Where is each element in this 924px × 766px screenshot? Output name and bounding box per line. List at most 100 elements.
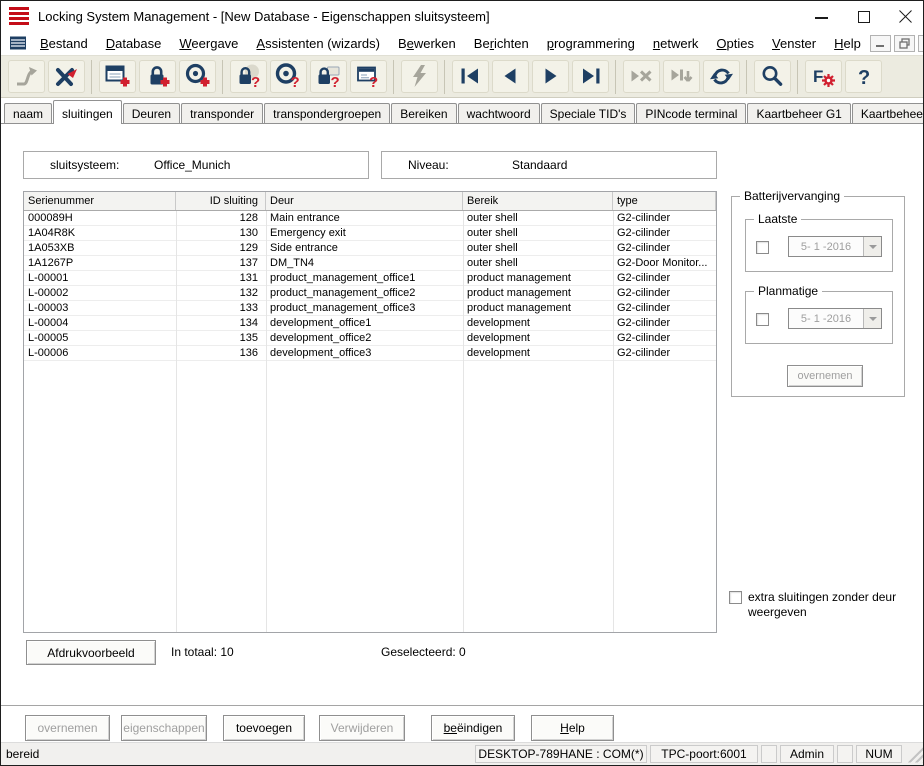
- nav-prev-button[interactable]: [492, 60, 529, 93]
- tab-naam[interactable]: naam: [4, 103, 52, 123]
- read-window-button[interactable]: ?: [350, 60, 387, 93]
- tab-wachtwoord[interactable]: wachtwoord: [458, 103, 540, 123]
- tab-kaartbeheer-g1[interactable]: Kaartbeheer G1: [747, 103, 850, 123]
- battery-last-date-combo[interactable]: 5- 1 -2016: [788, 236, 882, 257]
- tab-pincode-terminal[interactable]: PINcode terminal: [636, 103, 746, 123]
- status-panel-spacer-2: [837, 745, 853, 763]
- svg-text:?: ?: [290, 74, 299, 90]
- menu-assistenten-wizards[interactable]: Assistenten (wizards): [247, 36, 389, 51]
- battery-replacement-group: Batterijvervanging Laatste 5- 1 -2016 Pl…: [731, 196, 905, 397]
- menu-bewerken[interactable]: Bewerken: [389, 36, 465, 51]
- disconnect-icon: [53, 63, 80, 90]
- toevoegen-button[interactable]: toevoegen: [223, 715, 305, 741]
- cell-bereik: development: [463, 346, 613, 360]
- tab-transponder[interactable]: transponder: [181, 103, 263, 123]
- help-icon: ?: [850, 63, 877, 90]
- column-header-serienummer[interactable]: Serienummer: [24, 192, 176, 210]
- column-header-type[interactable]: type: [613, 192, 716, 210]
- refresh-button[interactable]: [703, 60, 740, 93]
- cell-type: G2-cilinder: [613, 241, 716, 255]
- menu-berichten[interactable]: Berichten: [465, 36, 538, 51]
- battery-planned-label: Planmatige: [754, 284, 822, 298]
- menu-venster[interactable]: Venster: [763, 36, 825, 51]
- extra-locks-checkbox[interactable]: [729, 591, 742, 604]
- nav-next-button[interactable]: [532, 60, 569, 93]
- status-panel-num-lock: NUM: [856, 745, 902, 763]
- status-panel-tcp-port: TPC-poort:6001: [650, 745, 758, 763]
- new-lock-button[interactable]: [139, 60, 176, 93]
- read-lock-icon: ?: [235, 63, 262, 90]
- resize-grip[interactable]: [906, 746, 923, 763]
- menu-weergave[interactable]: Weergave: [170, 36, 247, 51]
- cell-id-sluiting: 130: [176, 226, 266, 240]
- menu-programmering[interactable]: programmering: [538, 36, 644, 51]
- help-button[interactable]: Help: [531, 715, 614, 741]
- connect-icon: [13, 63, 40, 90]
- battery-group-title: Batterijvervanging: [740, 189, 844, 203]
- mdi-minimize-icon[interactable]: [870, 35, 891, 52]
- cell-bereik: development: [463, 331, 613, 345]
- cell-type: G2-cilinder: [613, 331, 716, 345]
- tab-speciale-tid-s[interactable]: Speciale TID's: [541, 103, 636, 123]
- help-button[interactable]: ?: [845, 60, 882, 93]
- battery-planned-date-combo[interactable]: 5- 1 -2016: [788, 308, 882, 329]
- read-transponder-button[interactable]: ?: [270, 60, 307, 93]
- filter-settings-button[interactable]: F: [805, 60, 842, 93]
- tab-kaartbeheer-g2[interactable]: Kaartbeheer G2: [852, 103, 924, 123]
- nav-last-button[interactable]: [572, 60, 609, 93]
- toolbar-separator: [393, 60, 394, 94]
- maximize-icon[interactable]: [856, 9, 871, 24]
- menu-opties[interactable]: Opties: [707, 36, 763, 51]
- read-mifare-button[interactable]: ?: [310, 60, 347, 93]
- be-indigen-button[interactable]: beëindigen: [431, 715, 515, 741]
- battery-last-label: Laatste: [754, 212, 801, 226]
- column-header-bereik[interactable]: Bereik: [463, 192, 613, 210]
- menu-bestand[interactable]: Bestand: [31, 36, 97, 51]
- cell-bereik: outer shell: [463, 241, 613, 255]
- extra-locks-checkbox-row: extra sluitingen zonder deur weergeven: [729, 590, 905, 620]
- nav-cancel-icon: [628, 63, 655, 90]
- print-preview-button[interactable]: Afdrukvoorbeeld: [26, 640, 156, 665]
- battery-last-checkbox[interactable]: [756, 241, 769, 254]
- chevron-down-icon[interactable]: [863, 237, 881, 256]
- column-header-deur[interactable]: Deur: [266, 192, 463, 210]
- column-header-id-sluiting[interactable]: ID sluiting: [176, 192, 266, 210]
- tab-deuren[interactable]: Deuren: [123, 103, 180, 123]
- toolbar-separator: [615, 60, 616, 94]
- cell-bereik: product management: [463, 286, 613, 300]
- minimize-icon[interactable]: [814, 9, 829, 24]
- battery-apply-button: overnemen: [787, 365, 863, 387]
- read-lock-button[interactable]: ?: [230, 60, 267, 93]
- app-logo-icon: [9, 7, 29, 25]
- mdi-restore-icon[interactable]: [894, 35, 915, 52]
- menu-help[interactable]: Help: [825, 36, 870, 51]
- battery-planned-checkbox[interactable]: [756, 313, 769, 326]
- mdi-close-icon[interactable]: ×: [918, 35, 924, 52]
- status-panels: DESKTOP-789HANE : COM(*)TPC-poort:6001Ad…: [475, 745, 905, 763]
- column-gridline: [266, 211, 267, 632]
- cell-id-sluiting: 131: [176, 271, 266, 285]
- chevron-down-icon[interactable]: [863, 309, 881, 328]
- new-lock-icon: [144, 63, 171, 90]
- menu-database[interactable]: Database: [97, 36, 171, 51]
- nav-first-button[interactable]: [452, 60, 489, 93]
- cell-type: G2-cilinder: [613, 301, 716, 315]
- menu-netwerk[interactable]: netwerk: [644, 36, 708, 51]
- new-transponder-button[interactable]: [179, 60, 216, 93]
- toolbar: ???? F?: [1, 55, 923, 98]
- tab-bereiken[interactable]: Bereiken: [391, 103, 456, 123]
- extra-locks-label: extra sluitingen zonder deur weergeven: [748, 590, 905, 620]
- search-button[interactable]: [754, 60, 791, 93]
- locks-table[interactable]: SerienummerID sluitingDeurBereiktype 000…: [23, 191, 717, 633]
- document-window-icon[interactable]: [9, 35, 27, 51]
- cell-deur: development_office2: [266, 331, 463, 345]
- tab-transpondergroepen[interactable]: transpondergroepen: [264, 103, 390, 123]
- cell-id-sluiting: 132: [176, 286, 266, 300]
- read-window-icon: ?: [355, 63, 382, 90]
- disconnect-button[interactable]: [48, 60, 85, 93]
- close-icon[interactable]: [898, 9, 913, 24]
- svg-text:?: ?: [330, 74, 339, 90]
- nav-prev-icon: [497, 63, 524, 90]
- tab-sluitingen[interactable]: sluitingen: [53, 100, 122, 124]
- new-locking-plan-button[interactable]: [99, 60, 136, 93]
